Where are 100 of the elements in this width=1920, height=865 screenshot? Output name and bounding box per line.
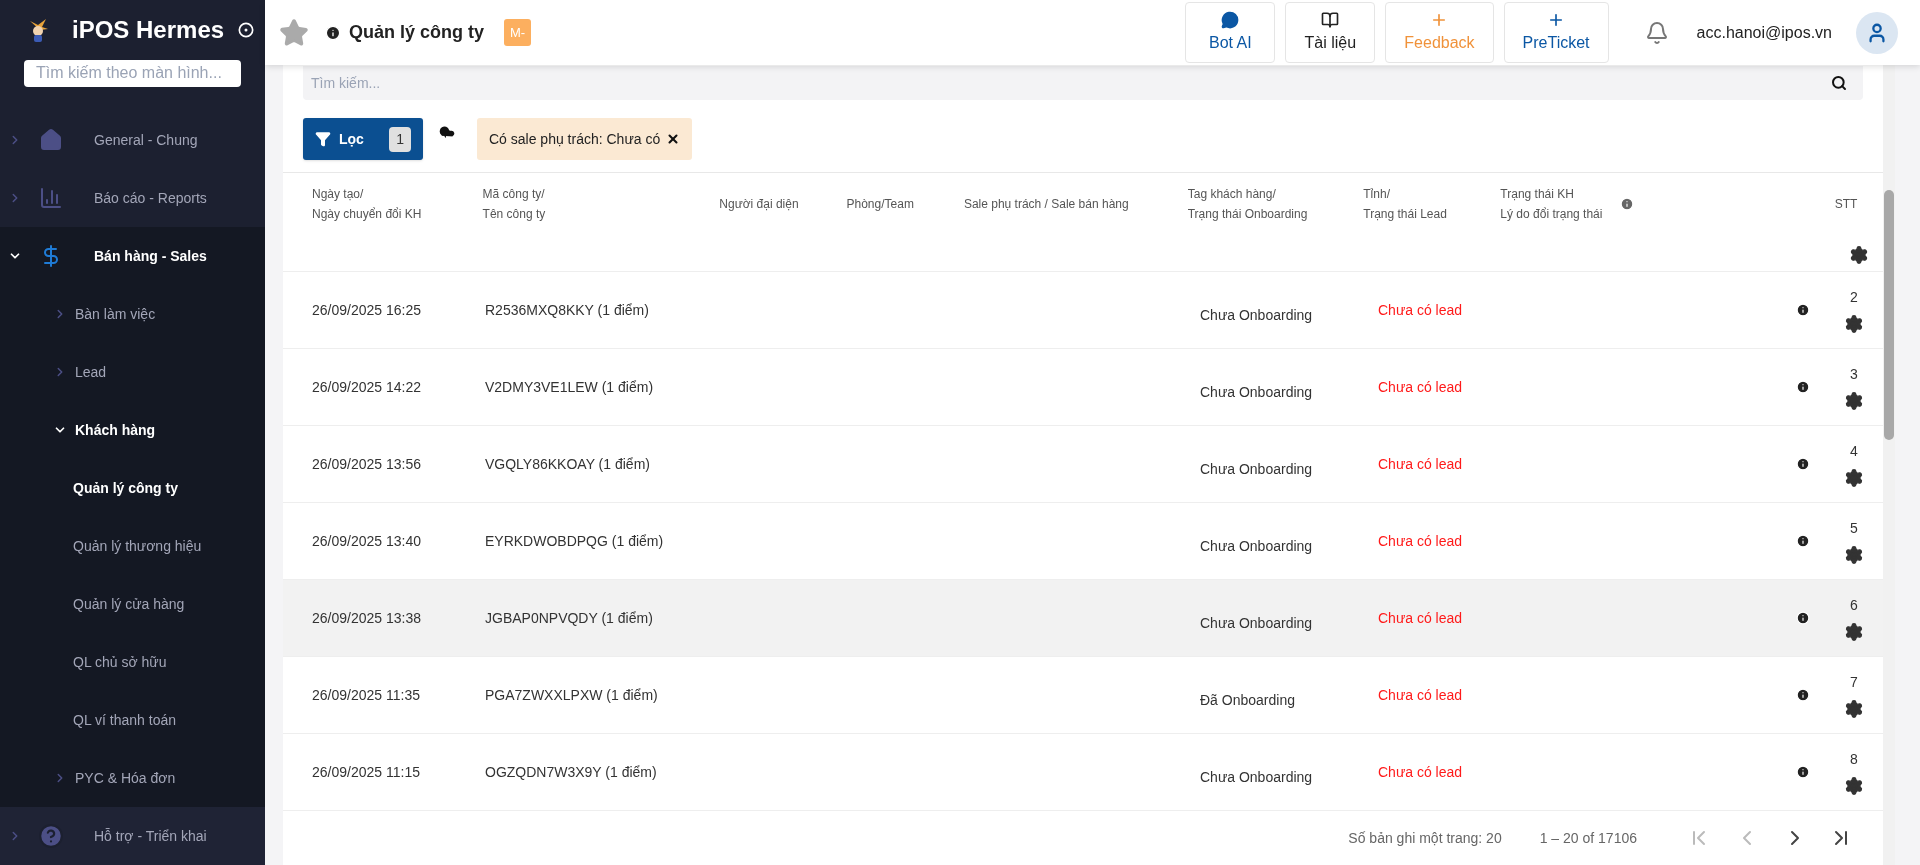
search-icon[interactable]: [1831, 75, 1847, 91]
column-header: STT: [1833, 196, 1859, 213]
info-icon[interactable]: [1796, 380, 1810, 394]
table-cell-text: 26/09/2025 13:56: [312, 454, 422, 474]
column-header: Mã công ty/ Tên công ty: [482, 186, 547, 223]
table-cell-text: Chưa Onboarding: [1200, 459, 1314, 479]
filter-chip[interactable]: Có sale phụ trách: Chưa có: [477, 118, 693, 160]
page-range: 1 – 20 of 17106: [1539, 828, 1637, 848]
sidebar-item[interactable]: Bàn làm việc: [0, 285, 265, 343]
row-number: 3: [1850, 364, 1858, 384]
table-cell-text: Chưa Onboarding: [1200, 613, 1314, 633]
table-cell-text: 26/09/2025 11:35: [312, 685, 421, 705]
settings-icon[interactable]: [1844, 390, 1864, 411]
sidebar-item[interactable]: Quản lý thương hiệu: [0, 517, 265, 575]
sidebar-item[interactable]: QL chủ sở hữu: [0, 633, 265, 691]
table-cell-text: Chưa Onboarding: [1200, 536, 1314, 556]
bar-chart-icon: [39, 186, 63, 210]
info-icon[interactable]: [1796, 688, 1810, 702]
table-cell-text: 26/09/2025 11:15: [312, 762, 421, 782]
table-cell-text: 26/09/2025 14:22: [312, 377, 422, 397]
table-cell-text: Chưa có lead: [1378, 531, 1464, 551]
column-header: Sale phụ trách / Sale bán hàng: [963, 196, 1130, 213]
star-icon[interactable]: [279, 17, 309, 48]
table-cell-text: VGQLY86KKOAY (1 điểm): [485, 454, 651, 474]
column-header: Ngày tạo/ Ngày chuyển đổi KH: [312, 186, 423, 223]
column-header: Tag khách hàng/ Trạng thái Onboarding: [1187, 186, 1309, 223]
column-header: Phòng/Team: [846, 196, 915, 213]
sidebar-item[interactable]: Hỗ trợ - Triển khai: [0, 807, 265, 865]
notification-bell-icon[interactable]: [1644, 20, 1669, 45]
table-cell-text: Chưa có lead: [1378, 762, 1464, 782]
sidebar-item[interactable]: Bán hàng - Sales: [0, 227, 265, 285]
table-cell-text: V2DMY3VE1LEW (1 điểm): [485, 377, 655, 397]
table-cell-text: Chưa có lead: [1378, 377, 1464, 397]
info-icon[interactable]: [1796, 765, 1810, 779]
settings-icon[interactable]: [1844, 698, 1864, 719]
count-badge: 1: [389, 126, 411, 152]
filter-icon: [315, 131, 331, 147]
settings-icon[interactable]: [1844, 544, 1864, 565]
user-email: acc.hanoi@ipos.vn: [1696, 22, 1832, 43]
table-cell-text: Chưa có lead: [1378, 300, 1464, 320]
book-icon: [1321, 10, 1340, 29]
table-row[interactable]: 26/09/2025 13:38 JGBAP0NPVQDY (1 điểm) Chưa Onboarding Chưa có lead 6: [283, 580, 1883, 657]
sidebar-item[interactable]: General - Chung: [0, 111, 265, 169]
column-header: Trạng thái KH Lý do đổi trạng thái: [1500, 184, 1810, 224]
settings-icon[interactable]: [1844, 775, 1864, 796]
table-cell-text: Chưa có lead: [1378, 685, 1464, 705]
info-icon[interactable]: [1796, 611, 1810, 625]
table-cell-text: 26/09/2025 13:40: [312, 531, 422, 551]
settings-icon[interactable]: [1844, 621, 1864, 642]
sidebar-item[interactable]: Lead: [0, 343, 265, 401]
column-header: Tỉnh/ Trạng thái Lead: [1363, 186, 1448, 223]
app-name: iPOS Hermes: [72, 14, 225, 45]
info-icon[interactable]: [1796, 303, 1810, 317]
settings-icon[interactable]: [1844, 313, 1864, 334]
user-avatar[interactable]: [1856, 11, 1898, 54]
row-number: 5: [1850, 518, 1858, 538]
sidebar-item[interactable]: Khách hàng: [0, 401, 265, 459]
row-number: 4: [1850, 441, 1858, 461]
table-cell-text: Chưa có lead: [1378, 608, 1464, 628]
toolbar-button[interactable]: Bot AI: [1185, 2, 1276, 63]
table-cell-text: OGZQDN7W3X9Y (1 điểm): [485, 762, 658, 782]
info-icon[interactable]: [1796, 457, 1810, 471]
chat-icon: [1221, 10, 1240, 29]
sidebar-item[interactable]: Quản lý cửa hàng: [0, 575, 265, 633]
sidebar-item[interactable]: Báo cáo - Reports: [0, 169, 265, 227]
help-icon: [38, 823, 64, 849]
info-icon[interactable]: [1796, 534, 1810, 548]
scrollbar-thumb[interactable]: [1884, 190, 1894, 440]
page-title: Quản lý công ty: [349, 21, 485, 44]
table-cell-text: Chưa Onboarding: [1200, 767, 1314, 787]
search-field[interactable]: Tìm kiếm theo màn hình...: [24, 59, 241, 87]
filter-button[interactable]: Lọc 1: [303, 118, 423, 160]
status-badge: M-: [504, 18, 532, 47]
toolbar-button[interactable]: Tài liệu: [1285, 2, 1376, 63]
sidebar-item[interactable]: QL ví thanh toán: [0, 691, 265, 749]
sidebar-item[interactable]: PYC & Hóa đơn: [0, 749, 265, 807]
row-number: 7: [1850, 672, 1858, 692]
column-header: Người đại diện: [719, 196, 800, 213]
page-size-label: Số bản ghi một trang: 20: [1348, 828, 1502, 848]
row-number: 6: [1850, 595, 1858, 615]
home-icon: [39, 128, 63, 152]
search-field[interactable]: Tìm kiếm...: [303, 66, 1863, 100]
info-icon: [325, 24, 341, 41]
radio-icon[interactable]: [238, 21, 255, 38]
row-number: 2: [1850, 287, 1858, 307]
sidebar-item[interactable]: Quản lý công ty: [0, 459, 265, 517]
table-cell-text: 26/09/2025 13:38: [312, 608, 422, 628]
table-cell-text: EYRKDWOBDPQG (1 điểm): [485, 531, 665, 551]
close-icon[interactable]: [666, 132, 681, 146]
settings-icon[interactable]: [1849, 245, 1869, 265]
table-cell-text: 26/09/2025 16:25: [312, 300, 422, 320]
toolbar-button[interactable]: PreTicket: [1503, 2, 1609, 63]
table-cell-text: Chưa Onboarding: [1200, 305, 1314, 325]
settings-icon[interactable]: [1844, 467, 1864, 488]
table-cell-text: Đã Onboarding: [1200, 690, 1296, 710]
table-cell-text: Chưa Onboarding: [1200, 382, 1314, 402]
table-cell-text: Chưa có lead: [1378, 454, 1464, 474]
table-cell-text: PGA7ZWXXLPXW (1 điểm): [485, 685, 659, 705]
row-number: 8: [1850, 749, 1858, 769]
table-cell-text: JGBAP0NPVQDY (1 điểm): [485, 608, 654, 628]
